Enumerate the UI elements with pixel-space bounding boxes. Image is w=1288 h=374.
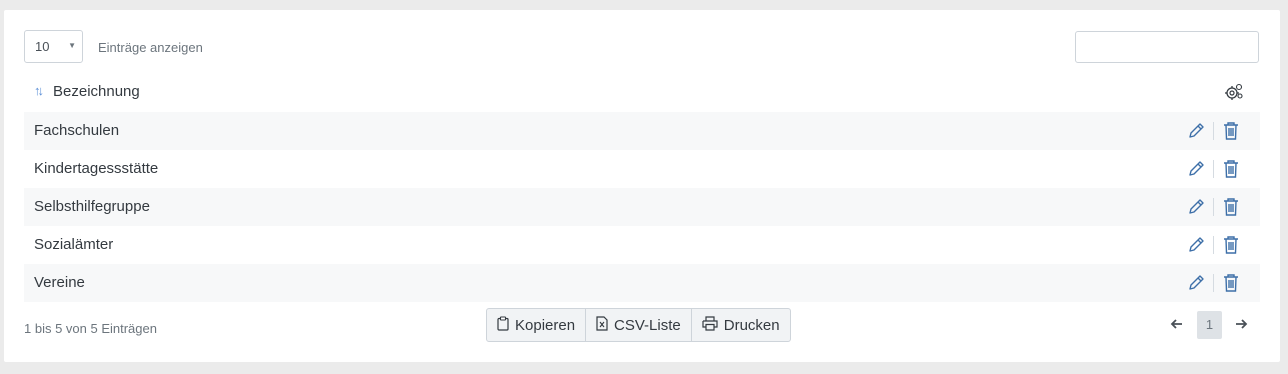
print-button-label: Drucken	[723, 316, 780, 334]
arrow-right-icon[interactable]	[1233, 316, 1249, 332]
action-divider	[1213, 198, 1214, 216]
table-row: Kindertagessstätte	[24, 150, 1260, 188]
table-row: Vereine	[24, 264, 1260, 302]
row-label: Fachschulen	[34, 122, 120, 139]
action-divider	[1213, 274, 1214, 292]
trash-icon[interactable]	[1220, 234, 1242, 256]
action-divider	[1213, 236, 1214, 254]
trash-icon[interactable]	[1220, 158, 1242, 180]
row-label: Kindertagessstätte	[34, 160, 159, 177]
edit-icon[interactable]	[1185, 234, 1207, 256]
chevron-down-icon: ▼	[68, 41, 76, 50]
page-length-value: 10	[35, 39, 50, 54]
trash-icon[interactable]	[1220, 120, 1242, 142]
table-card: 10 ▼ Einträge anzeigen ↑↓ Bezeichnung Fa…	[4, 10, 1280, 362]
print-icon	[702, 315, 718, 335]
edit-icon[interactable]	[1185, 272, 1207, 294]
arrow-left-icon[interactable]	[1169, 316, 1185, 332]
page-length-select[interactable]: 10 ▼	[24, 30, 83, 63]
table-header: ↑↓ Bezeichnung	[24, 74, 1260, 112]
copy-button-label: Kopieren	[515, 316, 576, 334]
page-length-label: Einträge anzeigen	[98, 40, 203, 55]
edit-icon[interactable]	[1185, 120, 1207, 142]
action-divider	[1213, 160, 1214, 178]
table-body: Fachschulen Kindertagessstätte Selbsthil…	[24, 112, 1260, 302]
edit-icon[interactable]	[1185, 158, 1207, 180]
settings-icon[interactable]	[1224, 83, 1244, 106]
sort-icon[interactable]: ↑↓	[34, 83, 44, 98]
search-input[interactable]	[1075, 31, 1259, 63]
table-row: Selbsthilfegruppe	[24, 188, 1260, 226]
trash-icon[interactable]	[1220, 272, 1242, 294]
table-info: 1 bis 5 von 5 Einträgen	[24, 321, 157, 336]
table-row: Sozialämter	[24, 226, 1260, 264]
edit-icon[interactable]	[1185, 196, 1207, 218]
row-label: Vereine	[34, 274, 85, 291]
trash-icon[interactable]	[1220, 196, 1242, 218]
action-divider	[1213, 122, 1214, 140]
copy-icon	[497, 315, 509, 335]
export-button-group: Kopieren CSV-Liste Drucken	[486, 308, 791, 342]
csv-button[interactable]: CSV-Liste	[586, 309, 692, 341]
row-label: Selbsthilfegruppe	[34, 198, 150, 215]
table-row: Fachschulen	[24, 112, 1260, 150]
copy-button[interactable]: Kopieren	[487, 309, 587, 341]
column-header-bezeichnung[interactable]: Bezeichnung	[53, 83, 140, 100]
pagination-page[interactable]: 1	[1197, 311, 1222, 339]
print-button[interactable]: Drucken	[692, 309, 790, 341]
csv-button-label: CSV-Liste	[614, 316, 681, 334]
row-label: Sozialämter	[34, 236, 114, 253]
csv-icon	[596, 315, 608, 335]
